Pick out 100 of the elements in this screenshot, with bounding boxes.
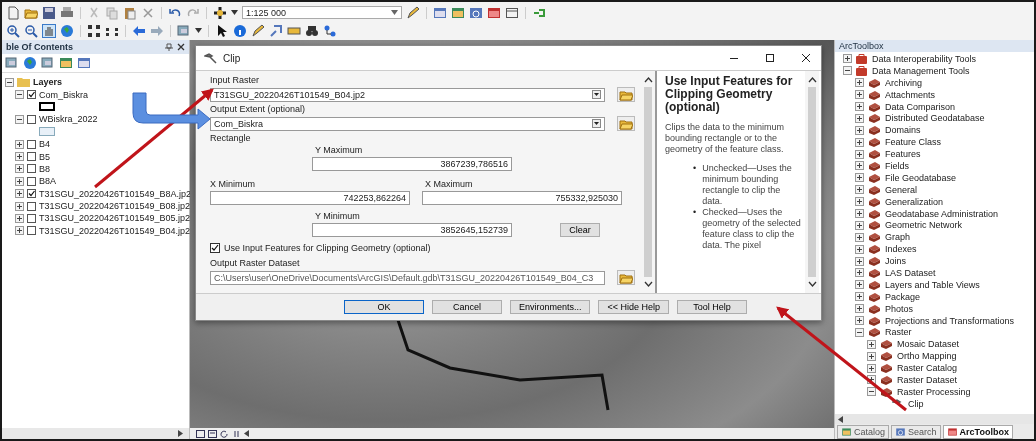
toolset-item[interactable]: Raster Dataset bbox=[897, 375, 958, 385]
expand-toggle[interactable] bbox=[867, 351, 876, 361]
layer-checkbox[interactable] bbox=[27, 164, 36, 174]
pencil-icon[interactable] bbox=[406, 5, 420, 20]
collapse-toggle[interactable] bbox=[15, 90, 24, 100]
toolset-item[interactable]: Feature Class bbox=[885, 137, 942, 148]
layer-name[interactable]: B4 bbox=[39, 139, 50, 150]
layer-checkbox[interactable] bbox=[27, 214, 36, 223]
collapse-toggle[interactable] bbox=[15, 114, 24, 124]
input-field[interactable]: 3852645,152739 bbox=[312, 223, 512, 237]
collapse-toggle[interactable] bbox=[5, 77, 14, 87]
globe-icon[interactable] bbox=[23, 56, 37, 70]
scroll-arrow-icon[interactable] bbox=[838, 415, 843, 423]
toolset-item[interactable]: Attachments bbox=[885, 89, 936, 100]
info-icon[interactable] bbox=[233, 23, 247, 38]
expand-toggle[interactable] bbox=[855, 78, 864, 88]
dropdown-caret-icon[interactable] bbox=[592, 119, 601, 128]
expand-toggle[interactable] bbox=[855, 256, 864, 266]
expand-toggle[interactable] bbox=[15, 201, 24, 211]
scroll-up-icon[interactable] bbox=[807, 77, 817, 83]
delete-icon[interactable] bbox=[141, 5, 155, 20]
layer-name[interactable]: T31SGU_20220426T101549_B04.jp2 bbox=[39, 225, 191, 236]
toolset-item[interactable]: Graph bbox=[885, 232, 910, 243]
toolset-item[interactable]: File Geodatabase bbox=[885, 172, 957, 183]
dialog-button[interactable]: Environments... bbox=[509, 300, 591, 314]
add-data-icon[interactable] bbox=[213, 5, 227, 20]
expand-toggle[interactable] bbox=[843, 54, 852, 64]
dropdown-caret-icon[interactable] bbox=[231, 10, 238, 15]
close-icon[interactable] bbox=[177, 43, 185, 51]
expand-toggle[interactable] bbox=[855, 137, 864, 147]
print-icon[interactable] bbox=[60, 5, 74, 20]
dropdown-field[interactable]: T31SGU_20220426T101549_B04.jp2 bbox=[210, 87, 605, 102]
scroll-thumb[interactable] bbox=[644, 87, 652, 277]
expand-toggle[interactable] bbox=[15, 164, 24, 174]
maximize-icon[interactable] bbox=[765, 53, 775, 63]
dialog-button[interactable]: << Hide Help bbox=[598, 300, 669, 314]
layout-view-icon[interactable] bbox=[208, 429, 217, 438]
dropdown-caret-icon[interactable] bbox=[592, 90, 601, 99]
layer-checkbox[interactable] bbox=[27, 114, 36, 124]
table-icon[interactable] bbox=[433, 5, 447, 20]
pause-icon[interactable] bbox=[232, 429, 241, 438]
layer-checkbox[interactable] bbox=[27, 152, 36, 162]
layer-checkbox[interactable] bbox=[27, 176, 36, 186]
checkbox[interactable] bbox=[210, 243, 220, 253]
collapse-toggle[interactable] bbox=[867, 387, 876, 397]
toolset-item[interactable]: Geodatabase Administration bbox=[885, 208, 999, 219]
toolset-item[interactable]: Geometric Network bbox=[885, 220, 963, 231]
expand-toggle[interactable] bbox=[867, 375, 876, 385]
layer-icon[interactable] bbox=[41, 56, 55, 70]
layer-icon[interactable] bbox=[5, 56, 19, 70]
expand-toggle[interactable] bbox=[855, 316, 864, 326]
input-field[interactable]: 755332,925030 bbox=[422, 191, 622, 205]
route-icon[interactable] bbox=[323, 23, 337, 38]
expand-toggle[interactable] bbox=[855, 220, 864, 230]
toolset-item[interactable]: Ortho Mapping bbox=[897, 351, 957, 362]
table-icon[interactable] bbox=[77, 56, 91, 70]
pin-icon[interactable] bbox=[165, 43, 173, 51]
expand-toggle[interactable] bbox=[855, 161, 864, 171]
toolset-item[interactable]: Features bbox=[885, 149, 921, 160]
layer-name[interactable]: B5 bbox=[39, 151, 50, 162]
scroll-thumb[interactable] bbox=[808, 87, 816, 277]
dialog-button[interactable]: OK bbox=[343, 300, 424, 314]
toolset-item[interactable]: Layers and Table Views bbox=[885, 279, 980, 290]
toolset-item[interactable]: Mosaic Dataset bbox=[897, 339, 960, 350]
tool-item[interactable]: Clip bbox=[908, 398, 924, 409]
browse-button[interactable] bbox=[617, 270, 635, 285]
toolset-item[interactable]: Joins bbox=[885, 256, 906, 267]
hyperlink-icon[interactable] bbox=[269, 23, 283, 38]
toolset-item[interactable]: Generalization bbox=[885, 196, 944, 207]
expand-toggle[interactable] bbox=[855, 90, 864, 100]
expand-toggle[interactable] bbox=[867, 339, 876, 349]
expand-toggle[interactable] bbox=[855, 292, 864, 302]
data-view-icon[interactable] bbox=[196, 429, 205, 438]
panel-tab[interactable]: ArcToolbox bbox=[942, 425, 1013, 439]
dropdown-caret-icon[interactable] bbox=[195, 28, 202, 33]
search-window-icon[interactable] bbox=[469, 5, 483, 20]
toolset-item[interactable]: Fields bbox=[885, 160, 909, 171]
layer-checkbox[interactable] bbox=[27, 90, 36, 100]
toolset-item[interactable]: General bbox=[885, 184, 918, 195]
expand-toggle[interactable] bbox=[855, 102, 864, 111]
collapse-toggle[interactable] bbox=[855, 327, 864, 337]
binoculars-icon[interactable] bbox=[305, 23, 319, 38]
dialog-button[interactable]: Tool Help bbox=[677, 300, 747, 314]
zoom-in-icon[interactable] bbox=[6, 23, 20, 38]
catalog-window-icon[interactable] bbox=[451, 5, 465, 20]
layer-name[interactable]: B8 bbox=[39, 163, 50, 174]
select-arrow-icon[interactable] bbox=[215, 23, 229, 38]
save-icon[interactable] bbox=[42, 5, 56, 20]
dropdown-field[interactable]: Com_Biskra bbox=[210, 116, 605, 131]
toolset-item[interactable]: Distributed Geodatabase bbox=[885, 113, 985, 124]
expand-toggle[interactable] bbox=[855, 185, 864, 195]
layer-checkbox[interactable] bbox=[27, 189, 36, 199]
full-extent-icon[interactable] bbox=[87, 23, 101, 38]
toolset-item[interactable]: Indexes bbox=[885, 244, 917, 255]
layer-checkbox[interactable] bbox=[27, 226, 36, 236]
input-field[interactable]: 742253,862264 bbox=[210, 191, 410, 205]
close-icon[interactable] bbox=[801, 53, 811, 63]
pan-icon[interactable] bbox=[42, 23, 56, 38]
toolset-item[interactable]: Raster bbox=[885, 327, 912, 338]
zoom-out-icon[interactable] bbox=[24, 23, 38, 38]
